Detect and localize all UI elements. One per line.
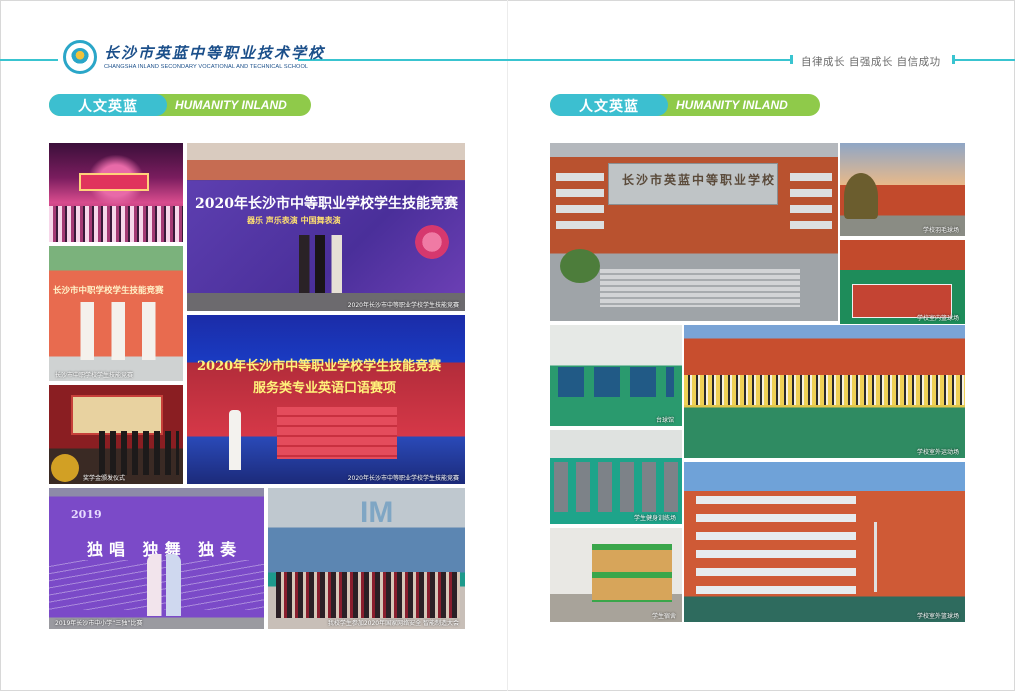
photo-fitness-training-room: 学生健身训练场 [550, 430, 682, 524]
bunk-beds [592, 544, 672, 602]
photo-caption: 台球馆 [655, 417, 674, 424]
school-logo [63, 40, 97, 74]
photo-caption: 学生宿舍 [651, 613, 676, 620]
header-rule-center [298, 59, 790, 61]
photo-badminton-court: 学校羽毛球场 [840, 143, 965, 236]
photo-skills-competition-music: 2020年长沙市中等职业学校学生技能竞赛 器乐 声乐表演 中国舞表演 2020年… [187, 143, 465, 311]
basketball-hoop [874, 522, 896, 592]
photo-scholarship-ceremony: 奖学金颁发仪式 [49, 385, 183, 484]
stage-subtitle: 服务类专业英语口语赛项 [253, 381, 397, 396]
photo-billiards-hall: 台球馆 [550, 325, 682, 426]
backdrop-title: 2020年长沙市中等职业学校学生技能竞赛 [195, 196, 458, 212]
photo-caption: 我校学生参加2020年国家网络安全 智能制造大会 [327, 620, 459, 627]
photo-caption: 学校室内篮球场 [916, 315, 959, 322]
photo-caption: 学校室外篮球场 [916, 613, 959, 620]
section-title-en: HUMANITY INLAND [175, 98, 287, 112]
stage-screen [79, 173, 149, 191]
people-group [295, 235, 347, 295]
backdrop-subtitle: 器乐 声乐表演 中国舞表演 [247, 215, 341, 225]
banner-text: 长沙市中职学校学生技能竞赛 [53, 286, 164, 296]
students [147, 554, 181, 616]
photo-caption: 学校室外运动场 [916, 449, 959, 456]
header-rule-left [0, 59, 58, 61]
photo-caption: 长沙市中职学校学生技能竞赛 [55, 372, 134, 379]
photo-english-speaking-contest: 2020年长沙市中等职业学校学生技能竞赛 服务类专业英语口语赛项 2020年长沙… [187, 315, 465, 484]
windows [790, 173, 832, 233]
photo-cybersecurity-conference: IM 我校学生参加2020年国家网络安全 智能制造大会 [268, 488, 465, 629]
gate-sign: 长沙市英蓝中等职业学校 [622, 173, 777, 187]
section-title-cn: 人文英蓝 [78, 99, 138, 115]
photo-stage-performance [49, 143, 183, 242]
stage-title: 2020年长沙市中等职业学校学生技能竞赛 [197, 359, 442, 374]
photo-outdoor-basketball-court: 学校室外篮球场 [684, 462, 965, 622]
gold-decoration [51, 454, 79, 482]
gym-machines [554, 462, 678, 512]
dancers [71, 302, 167, 360]
photo-outdoor-sports-field: 学校室外运动场 [684, 325, 965, 458]
stage-screen [71, 395, 163, 435]
speaker-figure [229, 410, 241, 470]
building-sign: IM [360, 496, 394, 529]
photo-indoor-basketball-court: 学校室内篮球场 [840, 240, 965, 324]
photo-caption: 2019年长沙市中小学“三独”比赛 [55, 620, 143, 627]
screen-panel [277, 407, 397, 459]
photo-caption: 奖学金颁发仪式 [83, 475, 126, 482]
section-tag-left: 人文英蓝 HUMANITY INLAND [49, 94, 311, 116]
photo-caption: 学生健身训练场 [633, 515, 676, 522]
header-rule-cap [790, 55, 793, 64]
people-row [99, 431, 179, 475]
section-title-cn: 人文英蓝 [579, 99, 639, 115]
photo-student-dormitory: 学生宿舍 [550, 528, 682, 622]
tree [844, 173, 878, 219]
tables [558, 367, 674, 397]
entrance-steps [600, 269, 800, 307]
flower-decoration [415, 225, 449, 259]
photo-dance-competition: 长沙市中职学校学生技能竞赛 长沙市中职学校学生技能竞赛 [49, 246, 183, 381]
students-crowd [684, 375, 965, 405]
section-title-en: HUMANITY INLAND [676, 98, 788, 112]
performers [49, 206, 183, 242]
photo-school-gate: 长沙市英蓝中等职业学校 [550, 143, 838, 321]
school-name-en: CHANGSHA INLAND SECONDARY VOCATIONAL AND… [104, 64, 309, 70]
photo-three-solo-contest: 2019 独唱 独舞 独奏 2019年长沙市中小学“三独”比赛 [49, 488, 264, 629]
school-motto: 自律成长 自强成长 自信成功 [801, 56, 941, 68]
section-tag-right: 人文英蓝 HUMANITY INLAND [550, 94, 820, 116]
photo-caption: 学校羽毛球场 [922, 227, 959, 234]
photo-caption: 2020年长沙市中等职业学校学生技能竞赛 [347, 302, 459, 309]
students-group [276, 572, 460, 618]
windows [556, 173, 604, 233]
page-spine [507, 0, 508, 691]
backdrop-year: 2019 [71, 508, 102, 521]
header-rule-right [955, 59, 1015, 61]
school-name-cn: 长沙市英蓝中等职业技术学校 [104, 44, 326, 62]
windows [696, 496, 856, 596]
photo-caption: 2020年长沙市中等职业学校学生技能竞赛 [347, 475, 459, 482]
tree [560, 249, 600, 283]
